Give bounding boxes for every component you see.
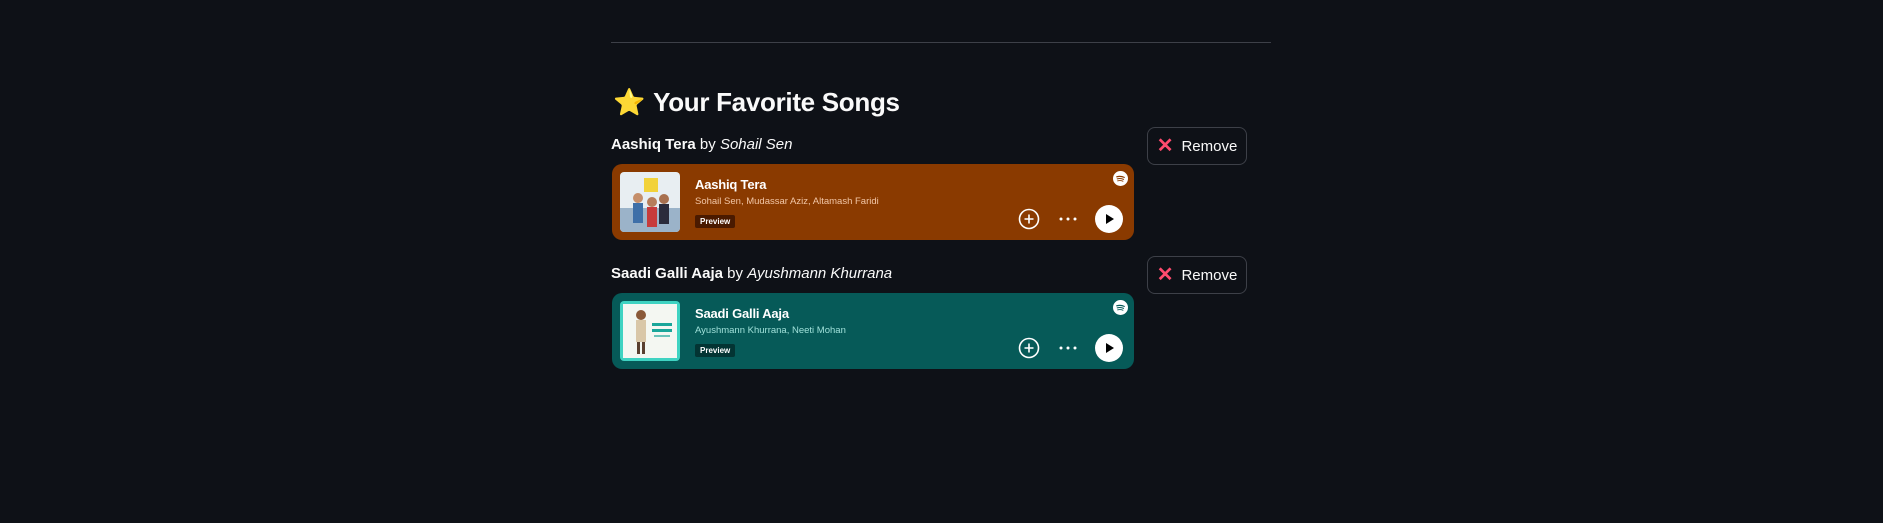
spotify-icon[interactable] [1113,300,1128,315]
spotify-icon[interactable] [1113,171,1128,186]
play-button[interactable] [1095,205,1123,233]
remove-button[interactable]: ✕ Remove [1147,256,1247,294]
by-text: by [727,265,744,282]
add-to-library-icon[interactable] [1018,208,1040,230]
song-name: Aashiq Tera [611,136,696,153]
spotify-embed[interactable]: Aashiq Tera Sohail Sen, Mudassar Aziz, A… [612,164,1134,240]
album-cover [620,301,680,361]
album-cover [620,172,680,232]
favorites-heading: ⭐ Your Favorite Songs [613,82,900,122]
star-icon: ⭐ [613,87,646,117]
remove-label: Remove [1181,266,1238,284]
more-options-icon[interactable] [1057,208,1079,230]
play-icon [1106,214,1114,224]
song-name: Saadi Galli Aaja [611,265,723,282]
by-text: by [699,136,716,153]
song-caption: Saadi Galli Aaja by Ayushmann Khurrana [611,264,892,284]
remove-label: Remove [1181,137,1238,155]
spotify-embed[interactable]: Saadi Galli Aaja Ayushmann Khurrana, Nee… [612,293,1134,369]
track-title: Aashiq Tera [695,177,767,192]
favorites-title: Your Favorite Songs [653,86,900,117]
track-artists: Ayushmann Khurrana, Neeti Mohan [695,325,846,336]
main-content: ⭐ Your Favorite Songs Aashiq Tera by Soh… [611,0,1271,523]
close-icon: ✕ [1156,135,1174,157]
preview-badge: Preview [695,215,736,228]
song-artist: Sohail Sen [719,136,793,153]
more-options-icon[interactable] [1057,337,1079,359]
close-icon: ✕ [1156,264,1174,286]
track-title: Saadi Galli Aaja [695,306,789,321]
play-button[interactable] [1095,334,1123,362]
song-artist: Ayushmann Khurrana [747,265,893,282]
divider [611,42,1271,43]
play-icon [1106,343,1114,353]
preview-badge: Preview [695,344,736,357]
song-caption: Aashiq Tera by Sohail Sen [611,135,793,155]
add-to-library-icon[interactable] [1018,337,1040,359]
remove-button[interactable]: ✕ Remove [1147,127,1247,165]
track-artists: Sohail Sen, Mudassar Aziz, Altamash Fari… [695,196,879,207]
